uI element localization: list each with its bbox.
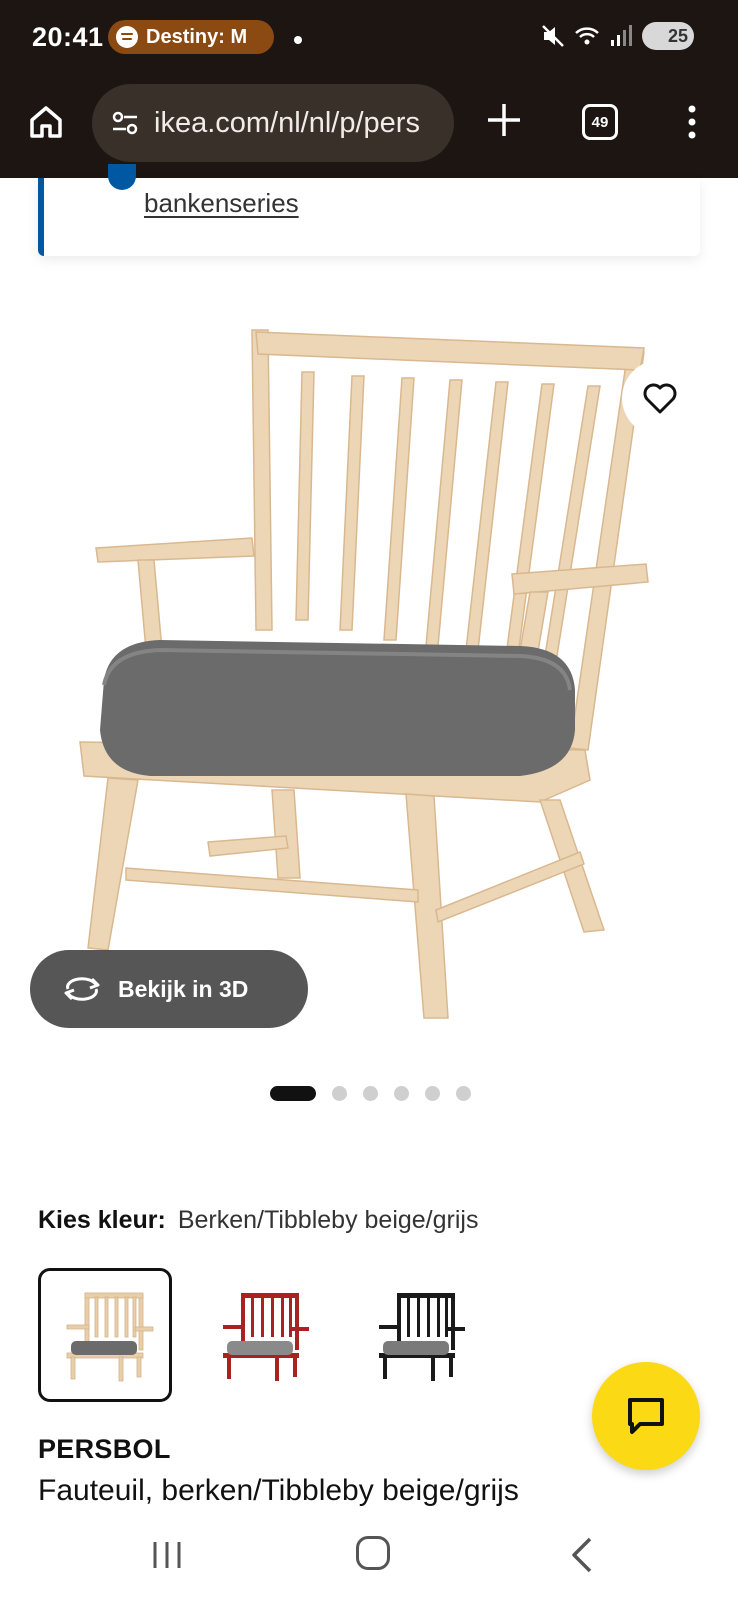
system-nav-bar [0, 1510, 738, 1600]
pagination-dot-3[interactable] [363, 1086, 378, 1101]
series-link[interactable]: bankenseries [144, 188, 299, 219]
product-gallery[interactable] [0, 290, 738, 1060]
spotify-icon [116, 26, 138, 48]
view-in-3d-label: Bekijk in 3D [118, 975, 249, 1002]
swatch-zwart[interactable] [350, 1268, 484, 1402]
notification-dot [294, 36, 302, 44]
chair-thumbnail-rood [223, 1293, 309, 1381]
product-description: Fauteuil, berken/Tibbleby beige/grijs [38, 1474, 519, 1507]
swatch-berken[interactable] [38, 1268, 172, 1402]
favorite-button[interactable] [622, 360, 698, 436]
rotate-3d-icon [64, 977, 100, 1001]
wifi-icon [575, 27, 599, 45]
battery-icon: 25 [642, 22, 694, 50]
mute-icon [542, 25, 564, 47]
info-card: bankenseries [38, 164, 700, 256]
address-bar[interactable]: ikea.com/nl/nl/p/pers [92, 84, 454, 162]
color-chooser-row: Kies kleur: Berken/Tibbleby beige/grijs [38, 1206, 478, 1235]
product-name: PERSBOL [38, 1434, 171, 1464]
pagination-dot-4[interactable] [394, 1086, 409, 1101]
pagination-dot-6[interactable] [456, 1086, 471, 1101]
pagination-dot-5[interactable] [425, 1086, 440, 1101]
browser-toolbar: ikea.com/nl/nl/p/pers 49 [0, 78, 738, 178]
chair-thumbnail-berken [66, 1292, 154, 1382]
home-icon[interactable] [26, 102, 66, 142]
gallery-pagination [270, 1086, 471, 1101]
pagination-dot-2[interactable] [332, 1086, 347, 1101]
tabs-icon[interactable]: 49 [582, 104, 618, 140]
url-text: ikea.com/nl/nl/p/pers [154, 106, 420, 139]
info-icon [108, 164, 136, 190]
chat-button[interactable] [592, 1362, 700, 1470]
heart-icon [643, 383, 677, 414]
color-label: Kies kleur: [38, 1206, 166, 1234]
plus-icon[interactable] [484, 100, 524, 140]
spotify-now-playing-pill[interactable]: Destiny: M [108, 20, 274, 54]
status-time: 20:41 [32, 22, 104, 52]
chat-icon [628, 1398, 664, 1434]
chair-thumbnail-zwart [379, 1293, 465, 1381]
status-bar: 20:41 Destiny: M 25 [0, 0, 738, 78]
color-swatches [38, 1268, 484, 1402]
pagination-dot-1[interactable] [270, 1086, 316, 1101]
signal-icon [611, 25, 632, 46]
back-icon[interactable] [568, 1536, 596, 1574]
more-vert-icon[interactable] [682, 102, 702, 142]
spotify-track-text: Destiny: M [146, 25, 248, 48]
status-icons: 25 [540, 22, 694, 50]
recents-icon[interactable] [150, 1540, 184, 1570]
view-in-3d-button[interactable]: Bekijk in 3D [30, 950, 308, 1028]
swatch-rood[interactable] [194, 1268, 328, 1402]
tune-icon[interactable] [110, 108, 140, 138]
home-icon[interactable] [356, 1536, 390, 1570]
color-value: Berken/Tibbleby beige/grijs [177, 1206, 479, 1234]
